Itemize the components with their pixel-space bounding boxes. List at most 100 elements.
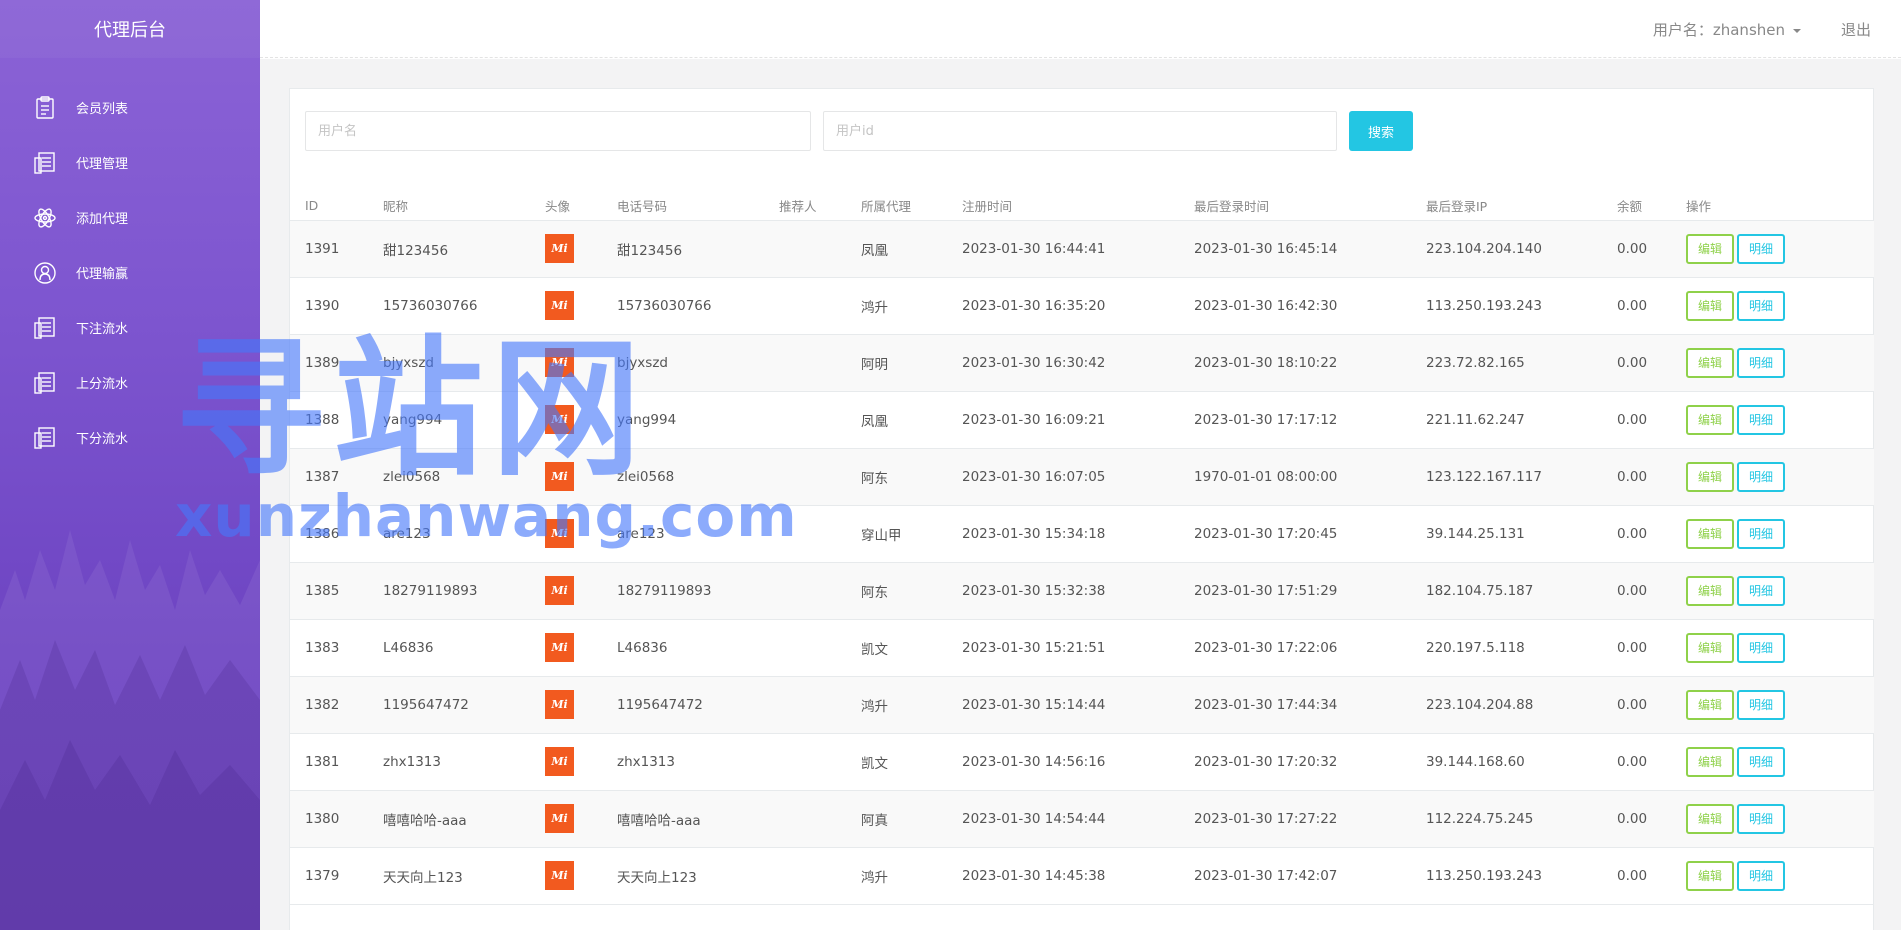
edit-button[interactable]: 编辑: [1686, 689, 1734, 720]
table-row: 1391 甜123456 Mi 甜123456 凤凰 2023-01-30 16:44:4…: [290, 220, 1874, 278]
cell-actions: 编辑 明细: [1671, 277, 1874, 335]
edit-button[interactable]: 编辑: [1686, 632, 1734, 663]
cell-actions: 编辑 明细: [1671, 619, 1874, 677]
column-header: 最后登录IP: [1411, 192, 1602, 221]
cell-register-time: 2023-01-30 16:30:42: [947, 334, 1179, 392]
cell-nickname: bjyxszd: [368, 334, 530, 392]
edit-button[interactable]: 编辑: [1686, 746, 1734, 777]
table-row: 1379 天天向上123 Mi 天天向上123 鸿升 2023-01-30 14:45:3…: [290, 847, 1874, 905]
detail-button[interactable]: 明细: [1737, 575, 1785, 606]
cell-id: 1379: [290, 847, 368, 905]
logout-link[interactable]: 退出: [1841, 19, 1871, 40]
cell-nickname: zlei0568: [368, 448, 530, 506]
atom-icon: [32, 205, 58, 231]
cell-register-time: 2023-01-30 15:34:18: [947, 505, 1179, 563]
cell-agent: 阿东: [846, 562, 947, 620]
detail-button[interactable]: 明细: [1737, 746, 1785, 777]
cell-referrer: [764, 733, 846, 791]
sidebar-menu: 会员列表 代理管理 添加代理 代理输赢 下注流水 上分流水 下分流水: [0, 58, 260, 465]
list-icon: [32, 370, 58, 396]
cell-avatar: Mi: [530, 790, 602, 848]
userid-search-input[interactable]: [823, 111, 1337, 151]
table-row: 1388 yang994 Mi yang994 凤凰 2023-01-30 16:09:2…: [290, 391, 1874, 449]
detail-button[interactable]: 明细: [1737, 803, 1785, 834]
search-button[interactable]: 搜索: [1349, 111, 1413, 151]
edit-button[interactable]: 编辑: [1686, 404, 1734, 435]
sidebar-item-deposit-flow[interactable]: 上分流水: [0, 355, 260, 410]
cell-nickname: 甜123456: [368, 220, 530, 278]
sidebar-item-agent-winloss[interactable]: 代理输赢: [0, 245, 260, 300]
cell-last-login-ip: 223.72.82.165: [1411, 334, 1602, 392]
sidebar-item-add-agent[interactable]: 添加代理: [0, 190, 260, 245]
detail-button[interactable]: 明细: [1737, 632, 1785, 663]
brand-title: 代理后台: [0, 0, 260, 58]
sidebar-item-member-list[interactable]: 会员列表: [0, 80, 260, 135]
detail-button[interactable]: 明细: [1737, 404, 1785, 435]
sidebar-item-bet-flow[interactable]: 下注流水: [0, 300, 260, 355]
avatar: Mi: [545, 861, 574, 890]
cell-balance: 0.00: [1602, 220, 1671, 278]
edit-button[interactable]: 编辑: [1686, 518, 1734, 549]
cell-id: 1391: [290, 220, 368, 278]
detail-button[interactable]: 明细: [1737, 860, 1785, 891]
cell-register-time: 2023-01-30 16:09:21: [947, 391, 1179, 449]
cell-avatar: Mi: [530, 505, 602, 563]
cell-id: 1383: [290, 619, 368, 677]
cell-nickname: 1195647472: [368, 676, 530, 734]
cell-agent: 凤凰: [846, 220, 947, 278]
cell-balance: 0.00: [1602, 790, 1671, 848]
sidebar-item-withdraw-flow[interactable]: 下分流水: [0, 410, 260, 465]
cell-agent: 鸿升: [846, 847, 947, 905]
edit-button[interactable]: 编辑: [1686, 290, 1734, 321]
cell-last-login-time: 2023-01-30 17:22:06: [1179, 619, 1411, 677]
cell-avatar: Mi: [530, 847, 602, 905]
cell-phone: 15736030766: [602, 277, 764, 335]
cell-phone: 甜123456: [602, 220, 764, 278]
user-menu[interactable]: 用户名：zhanshen: [1653, 19, 1801, 40]
cell-last-login-ip: 223.104.204.88: [1411, 676, 1602, 734]
detail-button[interactable]: 明细: [1737, 518, 1785, 549]
sidebar-item-agent-manage[interactable]: 代理管理: [0, 135, 260, 190]
edit-button[interactable]: 编辑: [1686, 347, 1734, 378]
cell-register-time: 2023-01-30 16:07:05: [947, 448, 1179, 506]
clipboard-icon: [32, 95, 58, 121]
cell-balance: 0.00: [1602, 562, 1671, 620]
detail-button[interactable]: 明细: [1737, 461, 1785, 492]
avatar: Mi: [545, 804, 574, 833]
cell-avatar: Mi: [530, 391, 602, 449]
cell-agent: 穿山甲: [846, 505, 947, 563]
cell-last-login-ip: 221.11.62.247: [1411, 391, 1602, 449]
cell-agent: 凯文: [846, 733, 947, 791]
cell-balance: 0.00: [1602, 733, 1671, 791]
cell-last-login-time: 2023-01-30 18:10:22: [1179, 334, 1411, 392]
detail-button[interactable]: 明细: [1737, 290, 1785, 321]
sidebar-item-label: 代理输赢: [76, 267, 129, 282]
detail-button[interactable]: 明细: [1737, 347, 1785, 378]
cell-id: 1389: [290, 334, 368, 392]
cell-balance: 0.00: [1602, 448, 1671, 506]
top-header: 用户名：zhanshen 退出: [260, 0, 1901, 58]
cell-register-time: 2023-01-30 16:44:41: [947, 220, 1179, 278]
username-search-input[interactable]: [305, 111, 811, 151]
edit-button[interactable]: 编辑: [1686, 461, 1734, 492]
cell-referrer: [764, 619, 846, 677]
detail-button[interactable]: 明细: [1737, 233, 1785, 264]
avatar: Mi: [545, 690, 574, 719]
edit-button[interactable]: 编辑: [1686, 575, 1734, 606]
cell-id: 1380: [290, 790, 368, 848]
column-header: 注册时间: [947, 192, 1179, 221]
cell-last-login-time: 2023-01-30 17:42:07: [1179, 847, 1411, 905]
cell-avatar: Mi: [530, 619, 602, 677]
cell-phone: 嘻嘻哈哈-aaa: [602, 790, 764, 848]
edit-button[interactable]: 编辑: [1686, 860, 1734, 891]
avatar: Mi: [545, 348, 574, 377]
cell-avatar: Mi: [530, 334, 602, 392]
detail-button[interactable]: 明细: [1737, 689, 1785, 720]
cell-balance: 0.00: [1602, 619, 1671, 677]
cell-avatar: Mi: [530, 220, 602, 278]
edit-button[interactable]: 编辑: [1686, 803, 1734, 834]
cell-actions: 编辑 明细: [1671, 676, 1874, 734]
edit-button[interactable]: 编辑: [1686, 233, 1734, 264]
cell-last-login-ip: 39.144.25.131: [1411, 505, 1602, 563]
cell-nickname: 18279119893: [368, 562, 530, 620]
